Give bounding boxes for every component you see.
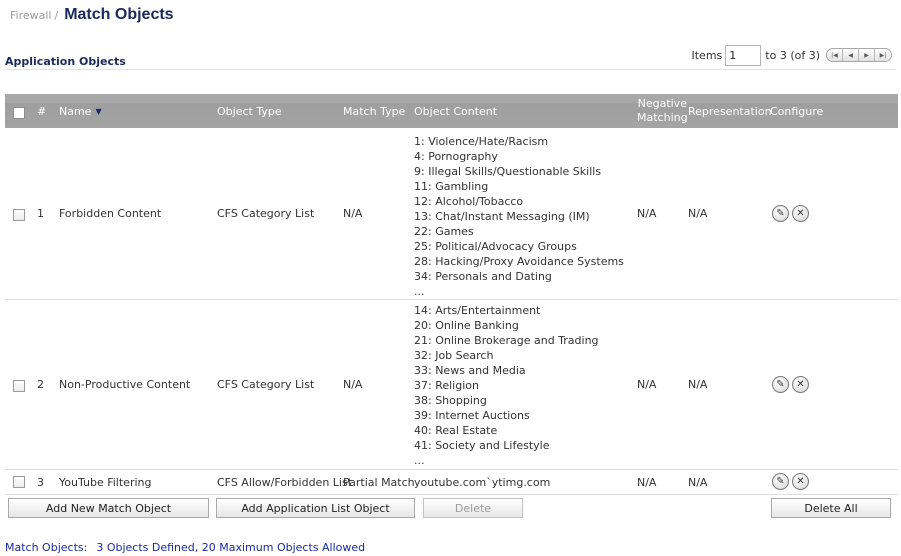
sort-descending-icon: ▼ — [95, 106, 102, 116]
select-all-checkbox[interactable] — [13, 107, 25, 119]
pagination-control: Items to 3 (of 3) |◀ ◀ ▶ ▶| — [691, 44, 892, 66]
row-object-content: 1: Violence/Hate/Racism 4: Pornography 9… — [414, 134, 624, 299]
row-name: YouTube Filtering — [59, 476, 152, 489]
table-row: 3 YouTube Filtering CFS Allow/Forbidden … — [5, 470, 898, 495]
content-item: 39: Internet Auctions — [414, 409, 530, 422]
header-object-content: Object Content — [414, 104, 498, 118]
breadcrumb: Firewall / Match Objects — [10, 6, 174, 23]
page-title: Match Objects — [64, 6, 174, 23]
row-configure: ✎ ✕ — [772, 205, 809, 222]
summary-value: 3 Objects Defined, 20 Maximum Objects Al… — [96, 541, 366, 554]
content-item: 4: Pornography — [414, 150, 498, 163]
prev-page-icon[interactable]: ◀ — [843, 49, 859, 61]
delete-x-icon[interactable]: ✕ — [792, 376, 809, 393]
header-negative-matching-line1: Negative — [637, 97, 687, 110]
row-number: 2 — [37, 378, 44, 391]
row-name: Non-Productive Content — [59, 378, 191, 391]
header-negative-matching: Negative Matching — [637, 94, 688, 128]
delete-button[interactable]: Delete — [423, 498, 523, 518]
breadcrumb-parent-firewall[interactable]: Firewall — [10, 9, 51, 22]
content-item: 25: Political/Advocacy Groups — [414, 240, 577, 253]
row-match-type: N/A — [343, 207, 363, 220]
row-object-type: CFS Category List — [217, 378, 315, 391]
first-page-icon[interactable]: |◀ — [827, 49, 843, 61]
header-object-type: Object Type — [217, 104, 282, 118]
row-configure: ✎ ✕ — [772, 376, 809, 393]
row-representation: N/A — [688, 378, 708, 391]
row-negative-matching: N/A — [637, 476, 657, 489]
row-object-content: youtube.com`ytimg.com — [414, 475, 550, 490]
content-item: 41: Society and Lifestyle — [414, 439, 550, 452]
header-name-label: Name — [59, 104, 92, 118]
header-configure: Configure — [770, 104, 824, 118]
content-item: 1: Violence/Hate/Racism — [414, 135, 549, 148]
row-negative-matching: N/A — [637, 207, 657, 220]
row-number: 3 — [37, 476, 44, 489]
content-item: 11: Gambling — [414, 180, 489, 193]
content-item: youtube.com`ytimg.com — [414, 476, 551, 489]
page-nav-buttons: |◀ ◀ ▶ ▶| — [826, 48, 892, 62]
content-item: 12: Alcohol/Tobacco — [414, 195, 524, 208]
content-item: 38: Shopping — [414, 394, 487, 407]
objects-summary: Match Objects: 3 Objects Defined, 20 Max… — [5, 541, 365, 554]
table-row: 1 Forbidden Content CFS Category List N/… — [5, 128, 898, 300]
row-match-type: N/A — [343, 378, 363, 391]
items-range-label: to 3 (of 3) — [765, 48, 820, 62]
add-match-object-button[interactable]: Add New Match Object — [8, 498, 209, 518]
row-representation: N/A — [688, 207, 708, 220]
delete-x-icon[interactable]: ✕ — [792, 473, 809, 490]
section-title: Application Objects — [5, 55, 126, 68]
edit-pencil-icon[interactable]: ✎ — [772, 376, 789, 393]
section-divider — [5, 69, 896, 70]
content-ellipsis: ... — [414, 285, 425, 298]
row-negative-matching: N/A — [637, 378, 657, 391]
content-item: 9: Illegal Skills/Questionable Skills — [414, 165, 602, 178]
current-item-input[interactable] — [725, 44, 762, 66]
table-row: 2 Non-Productive Content CFS Category Li… — [5, 300, 898, 470]
row-configure: ✎ ✕ — [772, 473, 809, 490]
edit-pencil-icon[interactable]: ✎ — [772, 473, 789, 490]
header-representation: Representation — [688, 104, 772, 118]
content-item: 22: Games — [414, 225, 474, 238]
row-object-content: 14: Arts/Entertainment 20: Online Bankin… — [414, 303, 599, 468]
row-object-type: CFS Category List — [217, 207, 315, 220]
content-item: 33: News and Media — [414, 364, 526, 377]
content-item: 34: Personals and Dating — [414, 270, 552, 283]
items-label: Items — [691, 48, 723, 62]
header-match-type: Match Type — [343, 104, 406, 118]
table-header: # Name ▼ Object Type Match Type Object C… — [5, 94, 898, 128]
row-checkbox[interactable] — [13, 209, 25, 221]
delete-all-button[interactable]: Delete All — [771, 498, 891, 518]
delete-x-icon[interactable]: ✕ — [792, 205, 809, 222]
content-item: 40: Real Estate — [414, 424, 498, 437]
row-object-type: CFS Allow/Forbidden List — [217, 476, 353, 489]
content-item: 37: Religion — [414, 379, 479, 392]
content-item: 32: Job Search — [414, 349, 494, 362]
content-item: 13: Chat/Instant Messaging (IM) — [414, 210, 590, 223]
row-number: 1 — [37, 207, 44, 220]
header-number: # — [37, 104, 47, 118]
content-item: 20: Online Banking — [414, 319, 519, 332]
last-page-icon[interactable]: ▶| — [875, 49, 891, 61]
header-name[interactable]: Name ▼ — [59, 94, 102, 128]
table-actions: Add New Match Object Add Application Lis… — [5, 498, 898, 520]
row-checkbox[interactable] — [13, 476, 25, 488]
row-checkbox[interactable] — [13, 380, 25, 392]
row-representation: N/A — [688, 476, 708, 489]
content-ellipsis: ... — [414, 454, 425, 467]
header-negative-matching-line2: Matching — [637, 111, 688, 124]
add-application-list-object-button[interactable]: Add Application List Object — [216, 498, 415, 518]
breadcrumb-separator: / — [54, 9, 59, 22]
content-item: 28: Hacking/Proxy Avoidance Systems — [414, 255, 624, 268]
edit-pencil-icon[interactable]: ✎ — [772, 205, 789, 222]
content-item: 21: Online Brokerage and Trading — [414, 334, 599, 347]
match-objects-table: # Name ▼ Object Type Match Type Object C… — [5, 94, 898, 518]
summary-label: Match Objects: — [5, 541, 88, 554]
row-match-type: Partial Match — [343, 476, 415, 489]
next-page-icon[interactable]: ▶ — [859, 49, 875, 61]
content-item: 14: Arts/Entertainment — [414, 304, 541, 317]
row-name: Forbidden Content — [59, 207, 162, 220]
